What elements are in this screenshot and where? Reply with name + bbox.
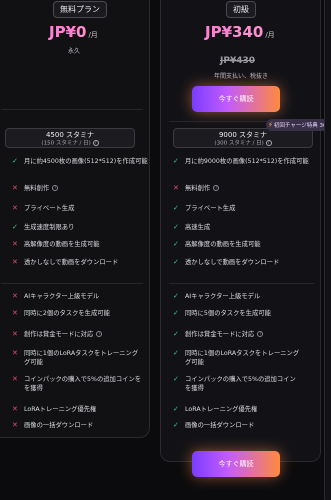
feature-label: 高解像度の動画を生成可能 — [185, 241, 261, 248]
check-icon: ✓ — [173, 204, 179, 212]
bolt-icon: ⚡ — [268, 121, 273, 129]
check-icon: ✓ — [173, 292, 179, 300]
stamina-sub-text: (150 スタミナ / 日) — [41, 140, 91, 147]
feature-label: 透かしなしで動画をダウンロード — [24, 259, 119, 266]
feature-label: 高速生成 — [185, 224, 211, 231]
original-price: JP¥430 — [220, 56, 255, 66]
check-icon: ✓ — [173, 421, 179, 429]
info-icon[interactable]: ? — [96, 331, 103, 337]
feature-label: 無料創作? — [24, 185, 59, 192]
feature-label: 月に約9000枚の画像(512*512)を作成可能 — [185, 158, 309, 165]
feature-label: 無料創作? — [185, 185, 220, 192]
feature-label: コインパックの購入で5%の追加コイン — [185, 376, 296, 383]
help-icon[interactable]: ? — [92, 140, 99, 146]
price-value: 340 — [232, 23, 264, 41]
stamina-sub: (150 スタミナ / 日) ? — [6, 140, 134, 148]
divider — [1, 283, 143, 284]
billing-note: 年間支払い、税抜き — [214, 73, 269, 80]
cross-icon: ✕ — [12, 330, 18, 338]
price-unit: /月 — [265, 31, 275, 39]
feature-label: 同時に1個のLoRAタスクをトレーニング — [185, 350, 300, 357]
feature-label-line2: グ可能 — [24, 359, 43, 366]
check-icon: ✓ — [173, 240, 179, 248]
subscribe-button-bottom[interactable]: 今すぐ購読 — [192, 451, 280, 477]
divider — [169, 283, 314, 284]
check-icon: ✓ — [173, 223, 179, 231]
check-icon: ✓ — [173, 349, 179, 357]
check-icon: ✓ — [173, 258, 179, 266]
cross-icon: ✕ — [12, 349, 18, 357]
divider — [1, 109, 143, 110]
cross-icon: ✕ — [12, 184, 18, 192]
period-label: 永久 — [68, 48, 81, 55]
price-value: 0 — [76, 23, 87, 41]
check-icon: ✓ — [12, 223, 18, 231]
feature-label: 画像の一括ダウンロード — [185, 422, 255, 429]
info-icon[interactable]: ? — [257, 331, 264, 337]
feature-label: 高解像度の動画を生成可能 — [24, 241, 100, 248]
feature-label-line2: グ可能 — [185, 359, 204, 366]
feature-label: 同時に2個のタスクを生成可能 — [24, 310, 110, 317]
stamina-sub: (300 スタミナ / 日) ? — [174, 140, 312, 148]
cross-icon: ✕ — [12, 258, 18, 266]
cross-icon: ✕ — [12, 421, 18, 429]
feature-label: プライベート生成 — [24, 205, 75, 212]
promo-label: 初回チャージ特典 300 — [273, 123, 331, 129]
check-icon: ✓ — [12, 157, 18, 165]
check-icon: ✓ — [173, 157, 179, 165]
cross-icon: ✕ — [12, 375, 18, 383]
stamina-title: 9000 スタミナ — [218, 131, 268, 139]
feature-label-line2: を獲得 — [24, 385, 43, 392]
cross-icon: ✕ — [12, 405, 18, 413]
feature-label: 透かしなしで動画をダウンロード — [185, 259, 280, 266]
next-plan-card — [324, 0, 331, 500]
feature-label: LoRAトレーニング優先権 — [24, 406, 97, 413]
currency: JP¥ — [49, 23, 77, 41]
plan-name-badge: 初級 — [226, 1, 256, 18]
stamina-sub-text: (300 スタミナ / 日) — [214, 140, 264, 147]
check-icon: ✓ — [173, 375, 179, 383]
subscribe-button[interactable]: 今すぐ購読 — [192, 86, 280, 112]
first-charge-bonus-badge: ⚡初回チャージ特典 300 — [266, 119, 331, 131]
free-plan-card: 無料プラン JP¥0/月 永久 4500 スタミナ (150 スタミナ / 日)… — [0, 0, 150, 438]
feature-label: 同時に1個のLoRAタスクをトレーニング — [24, 350, 139, 357]
stamina-title: 4500 スタミナ — [45, 131, 95, 139]
check-icon: ✓ — [173, 330, 179, 338]
stamina-box: 4500 スタミナ (150 スタミナ / 日) ? — [5, 128, 135, 148]
feature-label-line2: を獲得 — [185, 385, 204, 392]
price: JP¥0/月 — [49, 23, 98, 41]
feature-label: コインパックの購入で5%の追加コインを — [24, 376, 142, 383]
plan-name-badge: 無料プラン — [53, 1, 107, 18]
cross-icon: ✕ — [173, 184, 179, 192]
price-unit: /月 — [88, 31, 98, 39]
help-icon[interactable]: ? — [265, 140, 272, 146]
cross-icon: ✕ — [12, 292, 18, 300]
cross-icon: ✕ — [12, 309, 18, 317]
feature-label: LoRAトレーニング優先権 — [185, 406, 258, 413]
cross-icon: ✕ — [12, 204, 18, 212]
feature-label: AIキャラクター上級モデル — [185, 293, 261, 300]
feature-label: 創作は賞金モードに対応? — [185, 331, 264, 338]
feature-label: 生成速度制限あり — [24, 224, 75, 231]
info-icon[interactable]: ? — [52, 185, 59, 191]
feature-label: 同時に5個のタスクを生成可能 — [185, 310, 271, 317]
cross-icon: ✕ — [12, 240, 18, 248]
check-icon: ✓ — [173, 405, 179, 413]
feature-label: AIキャラクター上級モデル — [24, 293, 100, 300]
price: JP¥340/月 — [205, 23, 275, 41]
feature-label: 画像の一括ダウンロード — [24, 422, 94, 429]
feature-label: 月に約4500枚の画像(512*512)を作成可能 — [24, 158, 148, 165]
info-icon[interactable]: ? — [213, 185, 220, 191]
feature-label: 創作は賞金モードに対応? — [24, 331, 103, 338]
check-icon: ✓ — [173, 309, 179, 317]
currency: JP¥ — [205, 23, 233, 41]
feature-label: プライベート生成 — [185, 205, 236, 212]
